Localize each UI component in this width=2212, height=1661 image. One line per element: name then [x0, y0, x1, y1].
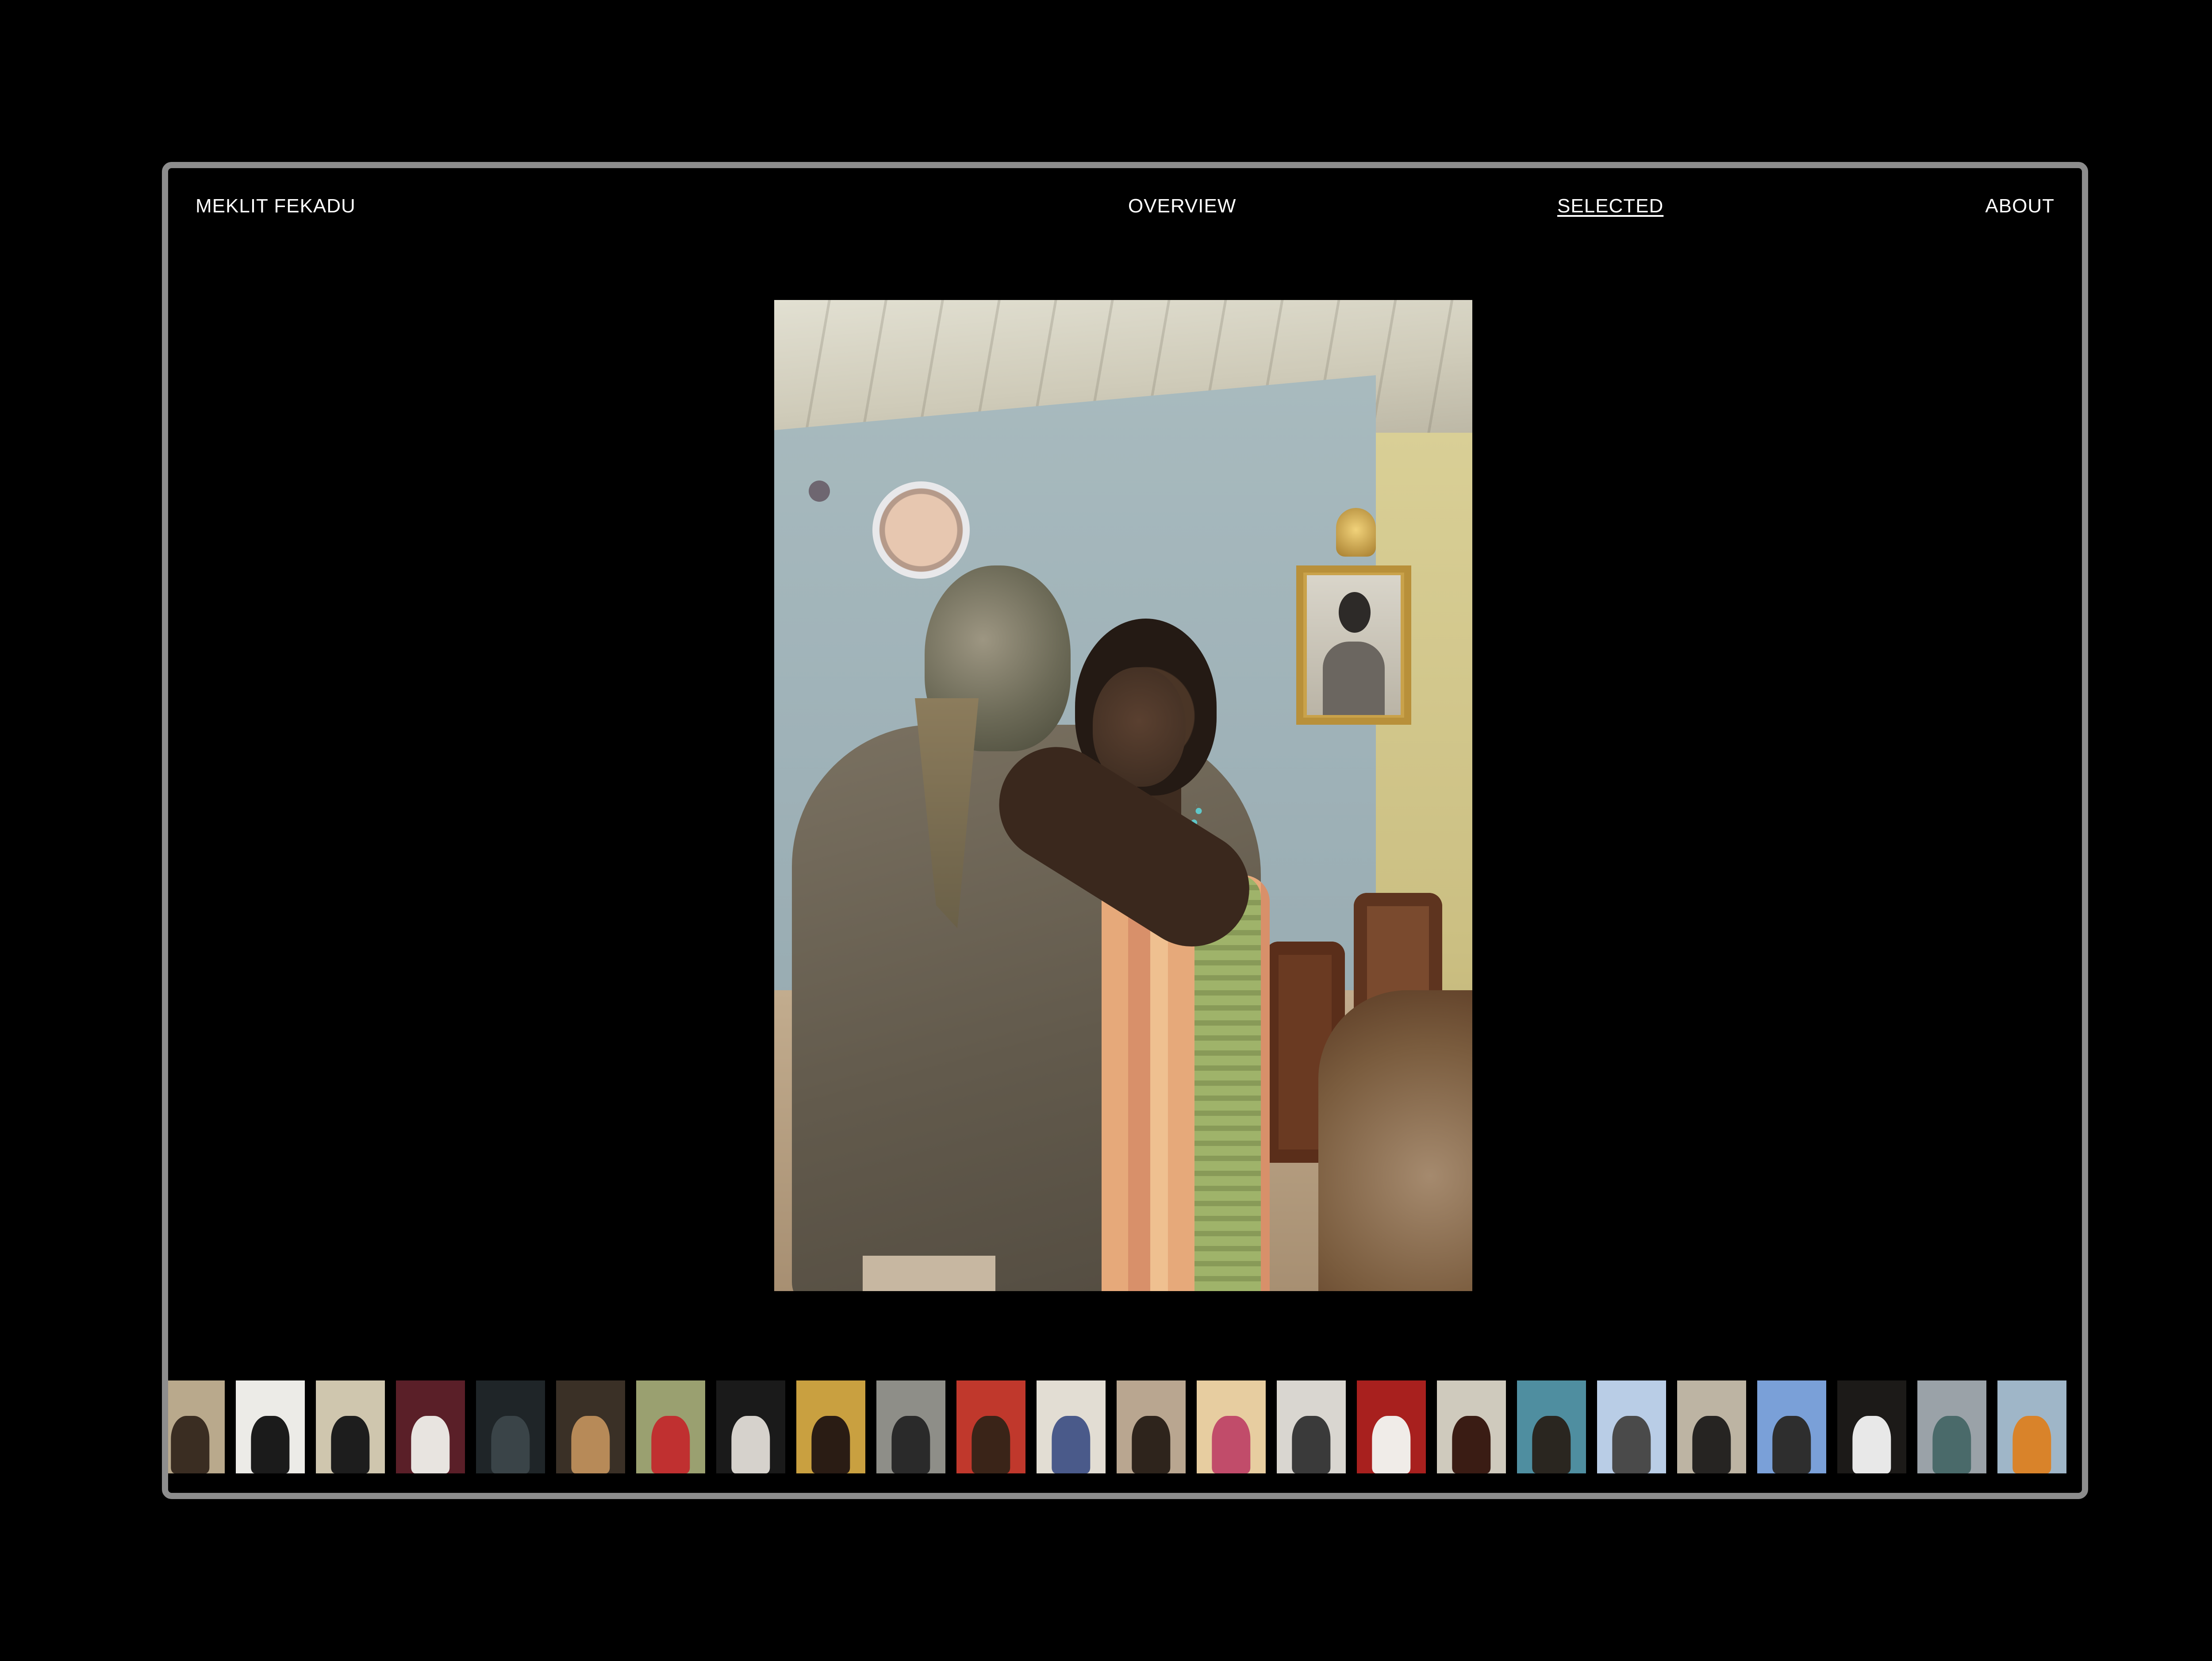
- photo-lamp: [1336, 508, 1376, 557]
- thumb-03-figure: [331, 1415, 370, 1473]
- photo-wall-clock: [872, 481, 970, 579]
- thumb-07[interactable]: [636, 1380, 705, 1473]
- thumb-24[interactable]: [1997, 1380, 2066, 1473]
- thumb-08[interactable]: [716, 1380, 785, 1473]
- thumb-03[interactable]: [316, 1380, 385, 1473]
- thumb-11[interactable]: [956, 1380, 1025, 1473]
- thumb-20-figure: [1692, 1415, 1731, 1473]
- thumb-12-figure: [1052, 1415, 1091, 1473]
- thumb-18[interactable]: [1517, 1380, 1586, 1473]
- thumb-15[interactable]: [1277, 1380, 1346, 1473]
- site-brand-link[interactable]: MEKLIT FEKADU: [196, 193, 356, 219]
- thumb-19[interactable]: [1597, 1380, 1666, 1473]
- thumb-21-figure: [1772, 1415, 1811, 1473]
- thumb-17-figure: [1452, 1415, 1491, 1473]
- nav-overview-link[interactable]: OVERVIEW: [1128, 193, 1236, 219]
- photo-portrait-body: [1323, 642, 1385, 715]
- thumb-20[interactable]: [1677, 1380, 1746, 1473]
- photo-man-trousers: [863, 1256, 995, 1291]
- thumb-06-figure: [571, 1415, 610, 1473]
- thumb-01-figure: [171, 1415, 210, 1473]
- thumb-09-figure: [811, 1415, 850, 1473]
- thumb-05-figure: [491, 1415, 530, 1473]
- thumb-08-figure: [731, 1415, 770, 1473]
- nav-about-link[interactable]: ABOUT: [1985, 193, 2055, 219]
- thumb-01[interactable]: [168, 1380, 225, 1473]
- browser-frame: MEKLIT FEKADU OVERVIEW SELECTED ABOUT: [162, 162, 2088, 1499]
- thumb-05[interactable]: [476, 1380, 545, 1473]
- thumb-22-figure: [1852, 1415, 1891, 1473]
- thumb-11-figure: [972, 1415, 1010, 1473]
- thumb-14-figure: [1212, 1415, 1251, 1473]
- thumb-22[interactable]: [1837, 1380, 1906, 1473]
- thumb-02-figure: [251, 1415, 290, 1473]
- thumb-16-figure: [1372, 1415, 1411, 1473]
- thumb-10-figure: [891, 1415, 930, 1473]
- thumb-23[interactable]: [1917, 1380, 1986, 1473]
- thumbnail-strip[interactable]: [168, 1380, 2082, 1473]
- thumb-24-figure: [2012, 1415, 2051, 1473]
- thumb-21[interactable]: [1757, 1380, 1826, 1473]
- thumb-07-figure: [651, 1415, 690, 1473]
- thumb-04-figure: [411, 1415, 450, 1473]
- thumb-02[interactable]: [236, 1380, 305, 1473]
- photo-portrait-head: [1339, 592, 1371, 633]
- thumb-04[interactable]: [396, 1380, 465, 1473]
- main-photo[interactable]: [774, 300, 1472, 1291]
- photo-wall-dot: [809, 481, 830, 502]
- thumb-14[interactable]: [1197, 1380, 1266, 1473]
- thumb-17[interactable]: [1437, 1380, 1506, 1473]
- thumb-15-figure: [1292, 1415, 1331, 1473]
- thumb-10[interactable]: [876, 1380, 945, 1473]
- thumb-13-figure: [1132, 1415, 1171, 1473]
- photo-framed-portrait: [1296, 565, 1411, 725]
- thumb-12[interactable]: [1037, 1380, 1106, 1473]
- thumb-16[interactable]: [1357, 1380, 1426, 1473]
- thumb-18-figure: [1532, 1415, 1571, 1473]
- thumb-19-figure: [1612, 1415, 1651, 1473]
- thumb-06[interactable]: [556, 1380, 625, 1473]
- photo-portrait-inner: [1307, 575, 1401, 715]
- thumb-13[interactable]: [1117, 1380, 1186, 1473]
- nav-selected-link[interactable]: SELECTED: [1557, 193, 1663, 219]
- thumb-23-figure: [1932, 1415, 1971, 1473]
- thumb-09[interactable]: [796, 1380, 865, 1473]
- photo-sofa: [1318, 990, 1472, 1291]
